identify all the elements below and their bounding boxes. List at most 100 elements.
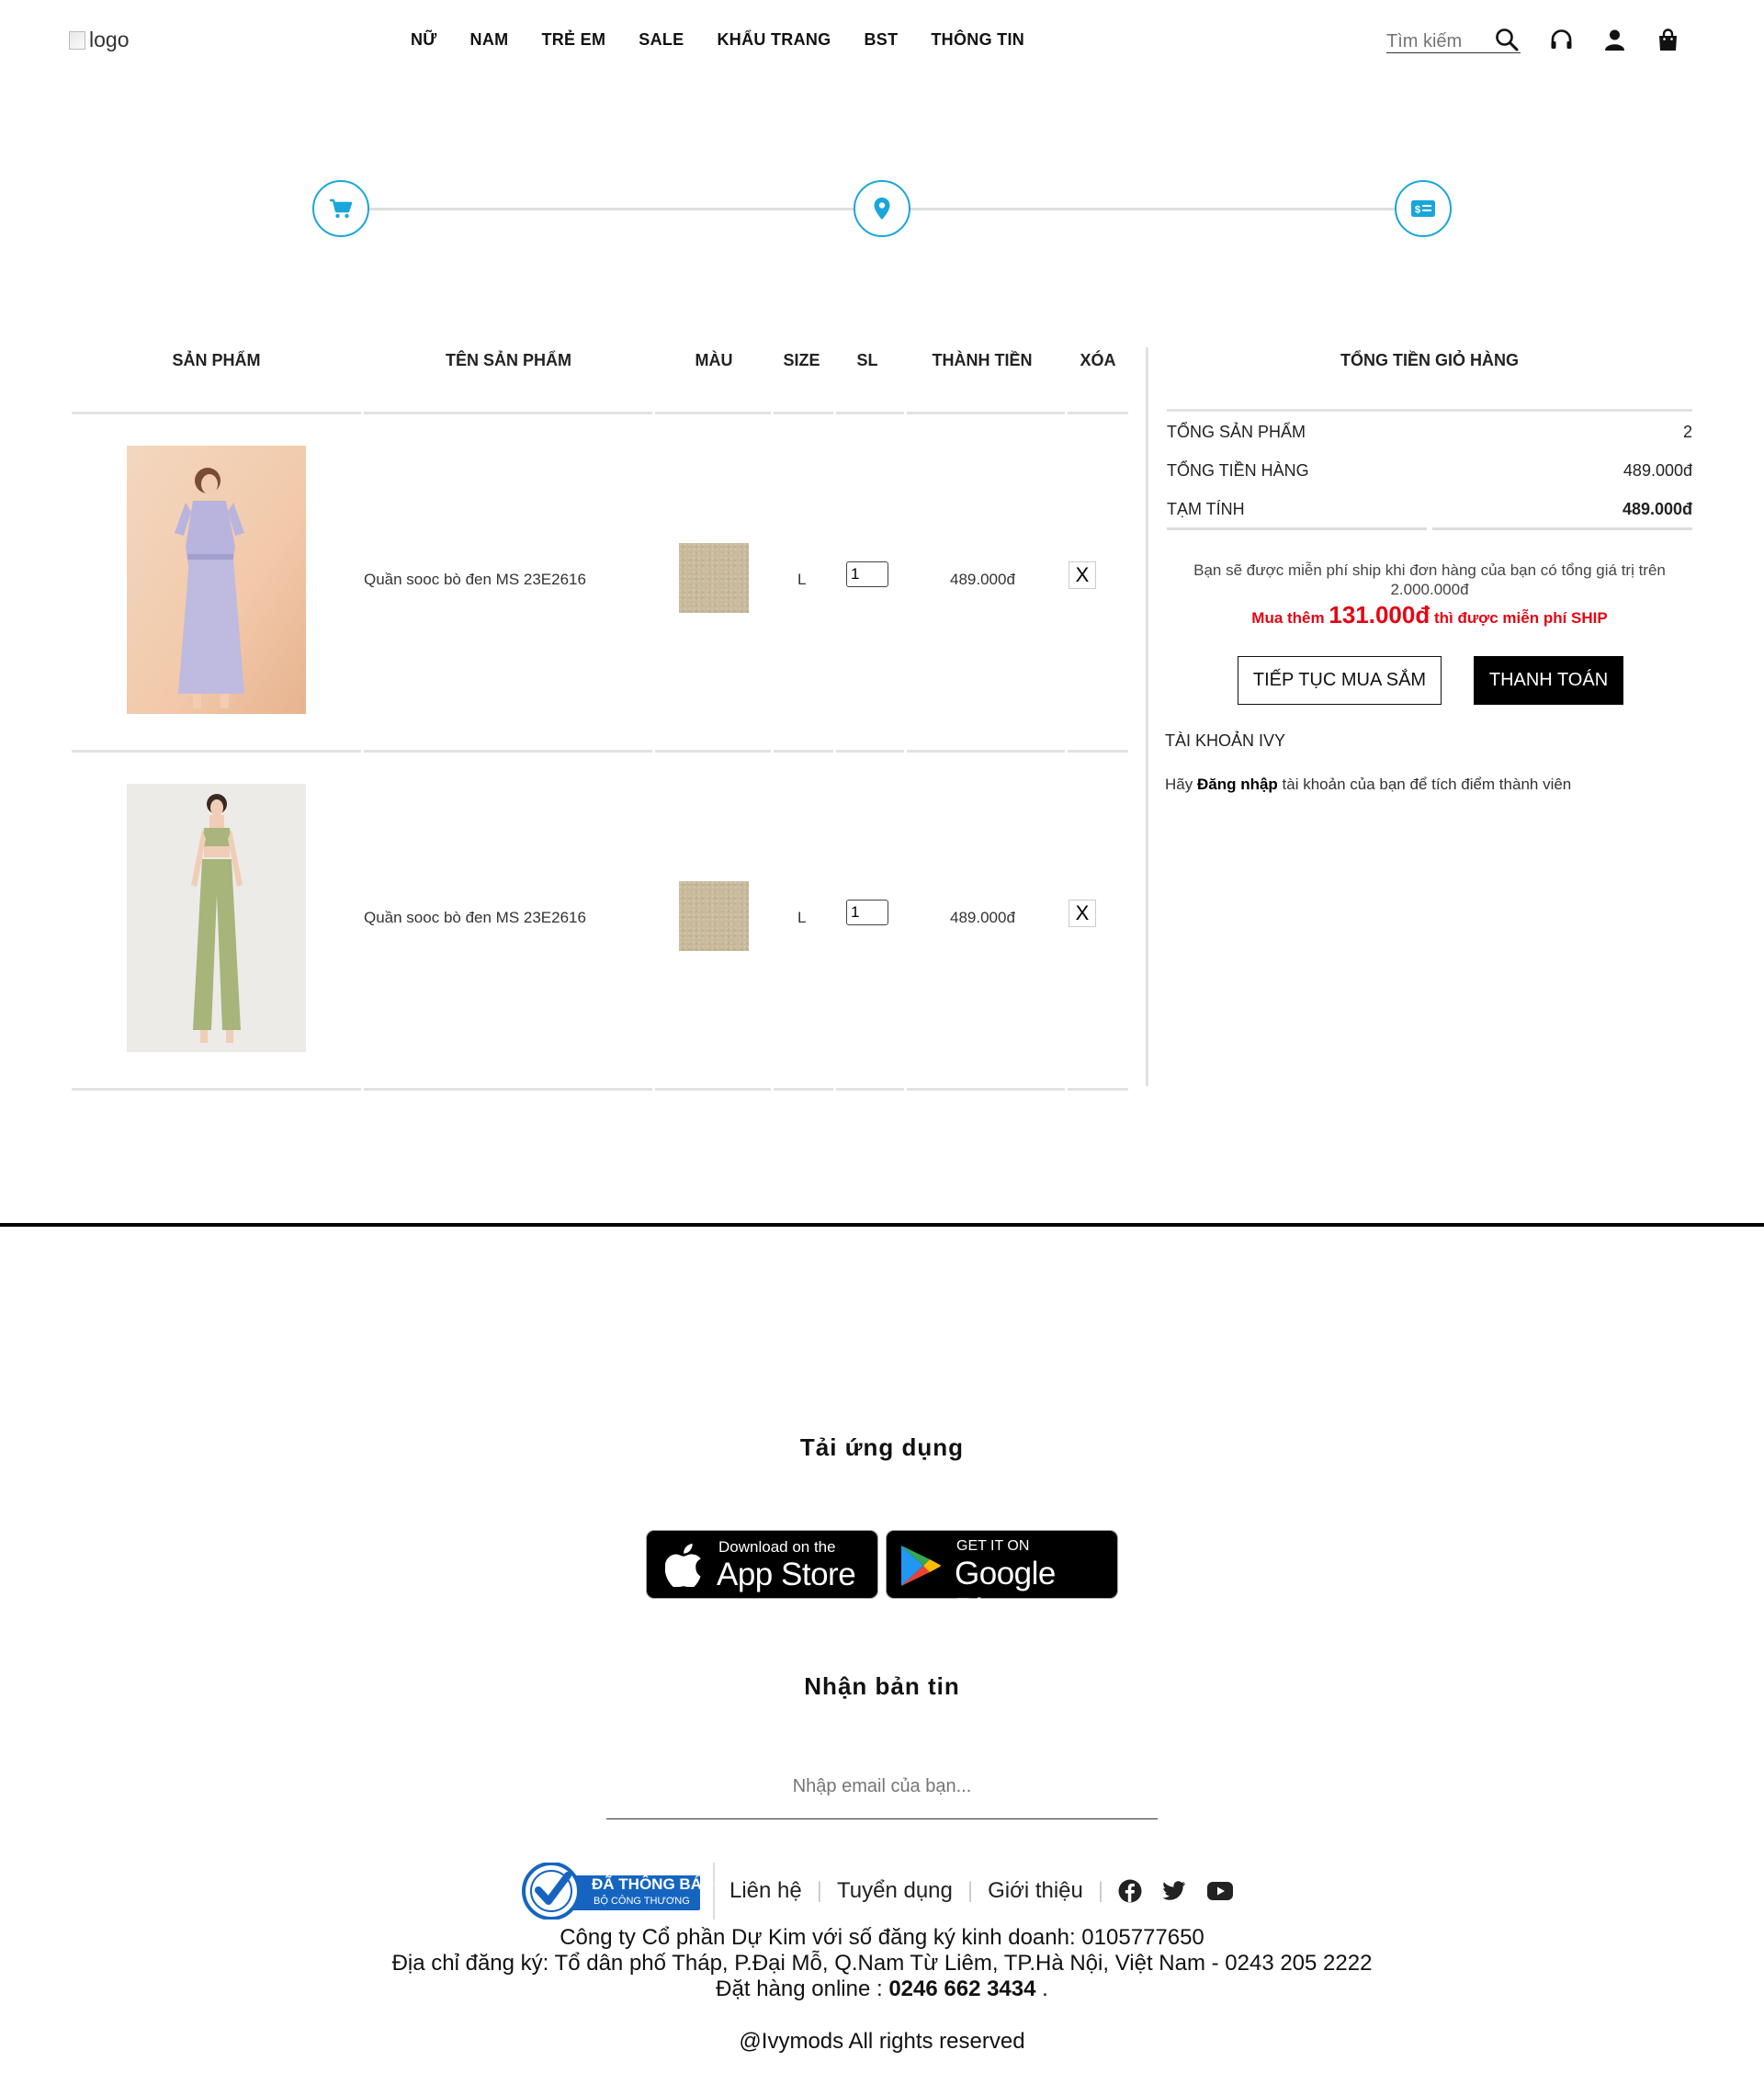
newsletter-heading: Nhận bản tin — [804, 1672, 960, 1700]
col-header-total: THÀNH TIỀN — [932, 351, 1033, 369]
search-icon[interactable] — [1495, 28, 1519, 51]
column-separator — [1146, 347, 1148, 1086]
nav-item-khau-trang[interactable]: KHẨU TRANG — [717, 30, 831, 50]
step-cart — [312, 180, 369, 237]
cart-row: Quần sooc bò đen MS 23E2616 L 489.000đ X — [72, 414, 1128, 750]
google-play-button[interactable]: GET IT ON Google Play — [886, 1530, 1118, 1628]
nav-item-sale[interactable]: SALE — [639, 30, 684, 50]
search-input[interactable] — [1386, 26, 1487, 52]
company-address: Địa chỉ đăng ký: Tổ dân phố Tháp, P.Đại … — [391, 1951, 1373, 1976]
footer-divider — [0, 1223, 1764, 1227]
app-store-button[interactable]: Download on the App Store — [646, 1530, 878, 1599]
delete-button[interactable]: X — [1069, 561, 1096, 589]
summary-row-subtotal: TẠM TÍNH 489.000đ — [1167, 500, 1692, 519]
svg-text:$: $ — [1415, 205, 1420, 216]
app-heading: Tải ứng dụng — [799, 1433, 965, 1461]
footer-links: Liên hệ | Tuyển dụng | Giới thiệu | — [729, 1878, 1234, 1904]
product-image[interactable] — [127, 446, 306, 714]
col-header-color: MÀU — [695, 351, 733, 369]
app-store-badges: Download on the App Store GET IT ON Goog… — [646, 1530, 1118, 1628]
product-total: 489.000đ — [950, 909, 1015, 926]
map-pin-icon — [874, 198, 890, 220]
col-header-product: SẢN PHẨM — [172, 351, 261, 369]
summary-label: TỔNG SẢN PHẨM — [1167, 423, 1306, 441]
account-title: TÀI KHOẢN IVY — [1165, 731, 1286, 750]
account-text-prefix: Hãy — [1165, 776, 1193, 793]
bo-cong-thuong-badge[interactable]: ĐÃ THÔNG BÁO BỘ CÔNG THƯƠNG — [522, 1861, 714, 1920]
cart-icon — [330, 198, 353, 219]
newsletter-email-input[interactable] — [606, 1755, 1158, 1819]
delete-button[interactable]: X — [1069, 900, 1096, 927]
promo-message: Mua thêm 131.000đ thì được miễn phí SHIP — [1167, 601, 1692, 629]
step-payment: $ — [1395, 180, 1452, 237]
googleplay-big-text: Google Play — [955, 1556, 1056, 1628]
summary-title: TỔNG TIỀN GIỎ HÀNG — [1340, 351, 1519, 369]
youtube-icon[interactable] — [1206, 1881, 1234, 1901]
footer-link-contact[interactable]: Liên hệ — [729, 1878, 802, 1904]
login-link[interactable]: Đăng nhập — [1197, 776, 1278, 793]
color-swatch[interactable] — [679, 543, 749, 613]
apple-icon — [665, 1543, 701, 1587]
order-suffix: . — [1042, 1976, 1048, 2001]
badge-line1: ĐÃ THÔNG BÁO — [592, 1874, 715, 1893]
user-icon[interactable] — [1602, 28, 1627, 52]
main-nav: NỮ NAM TRẺ EM SALE KHẨU TRANG BST THÔNG … — [411, 30, 1057, 50]
badge-line2: BỘ CÔNG THƯƠNG — [594, 1895, 690, 1907]
product-size: L — [797, 571, 807, 588]
summary-row-total-items: TỔNG SẢN PHẨM 2 — [1167, 423, 1692, 442]
cart-table: SẢN PHẨM TÊN SẢN PHẨM MÀU SIZE SL THÀNH … — [72, 342, 1128, 1091]
twitter-icon[interactable] — [1162, 1880, 1186, 1901]
free-ship-note: Bạn sẽ được miễn phí ship khi đơn hàng c… — [1193, 561, 1666, 598]
nav-item-tre-em[interactable]: TRẺ EM — [541, 30, 605, 50]
product-total: 489.000đ — [950, 571, 1015, 588]
link-separator: | — [816, 1877, 822, 1903]
google-play-icon — [901, 1546, 941, 1586]
logo-alt-text: logo — [89, 28, 130, 51]
facebook-icon[interactable] — [1118, 1879, 1142, 1903]
checkout-button[interactable]: THANH TOÁN — [1474, 656, 1623, 705]
promo-suffix: thì được miễn phí SHIP — [1433, 609, 1608, 627]
social-icons — [1118, 1879, 1234, 1903]
col-header-name: TÊN SẢN PHẨM — [445, 351, 571, 369]
product-name[interactable]: Quần sooc bò đen MS 23E2616 — [364, 909, 586, 927]
continue-shopping-button[interactable]: TIẾP TỤC MUA SẮM — [1238, 656, 1442, 705]
row-divider — [72, 1088, 1128, 1091]
cart-table-header: SẢN PHẨM TÊN SẢN PHẨM MÀU SIZE SL THÀNH … — [72, 342, 1128, 412]
shopping-bag-icon[interactable] — [1656, 28, 1680, 52]
nav-item-bst[interactable]: BST — [864, 30, 898, 50]
footer-link-about[interactable]: Giới thiệu — [988, 1878, 1083, 1904]
step-address — [854, 180, 910, 237]
quantity-input[interactable] — [846, 900, 888, 925]
summary-label: TẠM TÍNH — [1167, 500, 1245, 518]
color-swatch[interactable] — [679, 881, 749, 951]
nav-item-nam[interactable]: NAM — [470, 30, 509, 50]
copyright: @Ivymods All rights reserved — [739, 2029, 1025, 2054]
link-separator: | — [1097, 1877, 1104, 1903]
headphones-icon[interactable] — [1549, 28, 1574, 52]
promo-prefix: Mua thêm — [1251, 609, 1325, 627]
appstore-big-text: App Store — [717, 1557, 856, 1592]
footer-link-careers[interactable]: Tuyển dụng — [837, 1878, 953, 1904]
product-name[interactable]: Quần sooc bò đen MS 23E2616 — [364, 571, 586, 589]
nav-item-thong-tin[interactable]: THÔNG TIN — [931, 30, 1024, 50]
link-separator: | — [967, 1877, 974, 1903]
footer-bar: ĐÃ THÔNG BÁO BỘ CÔNG THƯƠNG Liên hệ | Tu… — [522, 1861, 1234, 1920]
search-box — [1386, 26, 1521, 53]
logo[interactable]: logo — [69, 28, 129, 52]
site-header: logo NỮ NAM TRẺ EM SALE KHẨU TRANG BST T… — [0, 0, 1764, 83]
summary-label: TỔNG TIỀN HÀNG — [1167, 461, 1309, 480]
order-phone[interactable]: 0246 662 3434 — [888, 1976, 1035, 2001]
promo-amount: 131.000đ — [1329, 601, 1430, 629]
summary-value: 489.000đ — [1622, 500, 1692, 518]
summary-divider — [1167, 527, 1692, 530]
nav-item-nu[interactable]: NỮ — [411, 30, 437, 50]
cart-row: Quần sooc bò đen MS 23E2616 L 489.000đ X — [72, 753, 1128, 1088]
col-header-qty: SL — [856, 351, 878, 369]
product-image[interactable] — [127, 784, 306, 1052]
broken-image-icon — [69, 30, 85, 50]
summary-value: 2 — [1682, 423, 1692, 441]
col-header-delete: XÓA — [1080, 351, 1116, 369]
quantity-input[interactable] — [846, 561, 888, 587]
col-header-size: SIZE — [783, 351, 820, 369]
account-text-suffix: tài khoản của bạn để tích điểm thành viê… — [1282, 776, 1572, 793]
